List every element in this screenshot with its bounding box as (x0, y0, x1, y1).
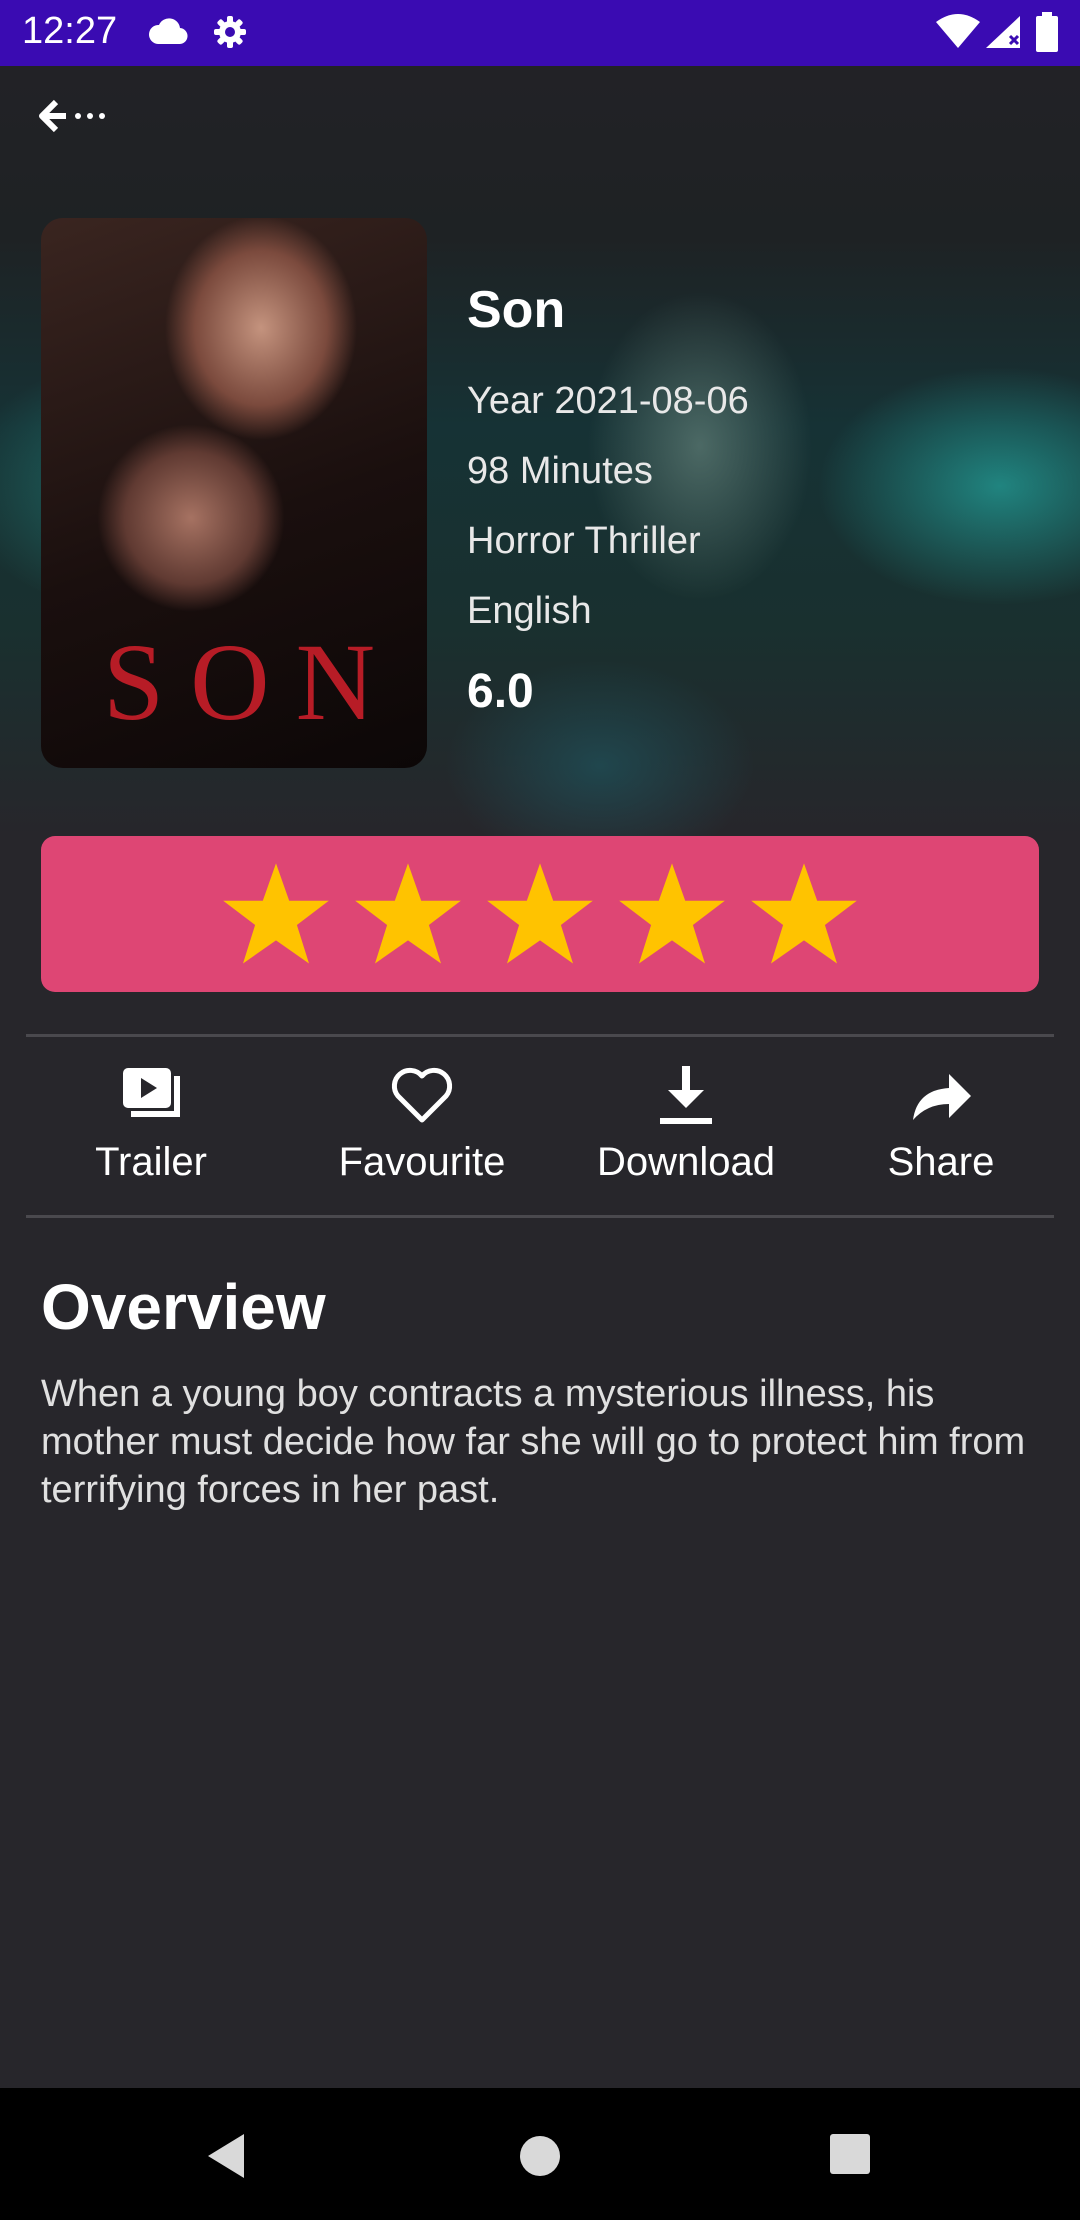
cloud-icon (148, 18, 188, 45)
trailer-icon (123, 1068, 180, 1117)
navigation-bar (0, 2088, 1080, 2220)
star-icon[interactable] (485, 859, 595, 969)
poster-title: SON (102, 621, 402, 743)
star-icon[interactable] (221, 859, 331, 969)
movie-year: Year 2021-08-06 (467, 380, 749, 422)
nav-back-icon[interactable] (204, 2132, 248, 2180)
star-icon[interactable] (353, 859, 463, 969)
download-icon (660, 1066, 712, 1124)
status-bar: 12:27 (0, 0, 1080, 66)
star-icon[interactable] (617, 859, 727, 969)
movie-language: English (467, 590, 592, 632)
back-arrow-icon[interactable] (36, 96, 116, 136)
download-button[interactable]: Download (584, 1064, 788, 1185)
gear-icon (214, 16, 246, 48)
movie-genres: Horror Thriller (467, 520, 701, 562)
share-icon (913, 1074, 971, 1120)
rating-bar[interactable] (41, 836, 1039, 992)
favourite-button[interactable]: Favourite (320, 1064, 524, 1185)
share-button[interactable]: Share (860, 1064, 1022, 1185)
signal-icon (986, 16, 1020, 48)
download-label: Download (597, 1140, 775, 1184)
movie-poster: SON (41, 218, 427, 768)
trailer-label: Trailer (95, 1140, 207, 1184)
star-icon[interactable] (749, 859, 859, 969)
battery-icon (1036, 12, 1058, 52)
wifi-icon (936, 14, 980, 48)
trailer-button[interactable]: Trailer (70, 1064, 232, 1185)
movie-rating: 6.0 (467, 665, 534, 718)
divider (26, 1034, 1054, 1037)
favourite-label: Favourite (338, 1140, 506, 1184)
divider (26, 1215, 1054, 1218)
share-label: Share (887, 1140, 995, 1184)
movie-title: Son (467, 281, 566, 339)
nav-home-icon[interactable] (518, 2134, 562, 2178)
overview-text: When a young boy contracts a mysterious … (41, 1373, 1026, 1511)
overview-heading: Overview (41, 1271, 326, 1343)
nav-recents-icon[interactable] (828, 2132, 872, 2176)
heart-icon (391, 1067, 453, 1123)
movie-runtime: 98 Minutes (467, 450, 653, 492)
status-time: 12:27 (22, 10, 118, 52)
